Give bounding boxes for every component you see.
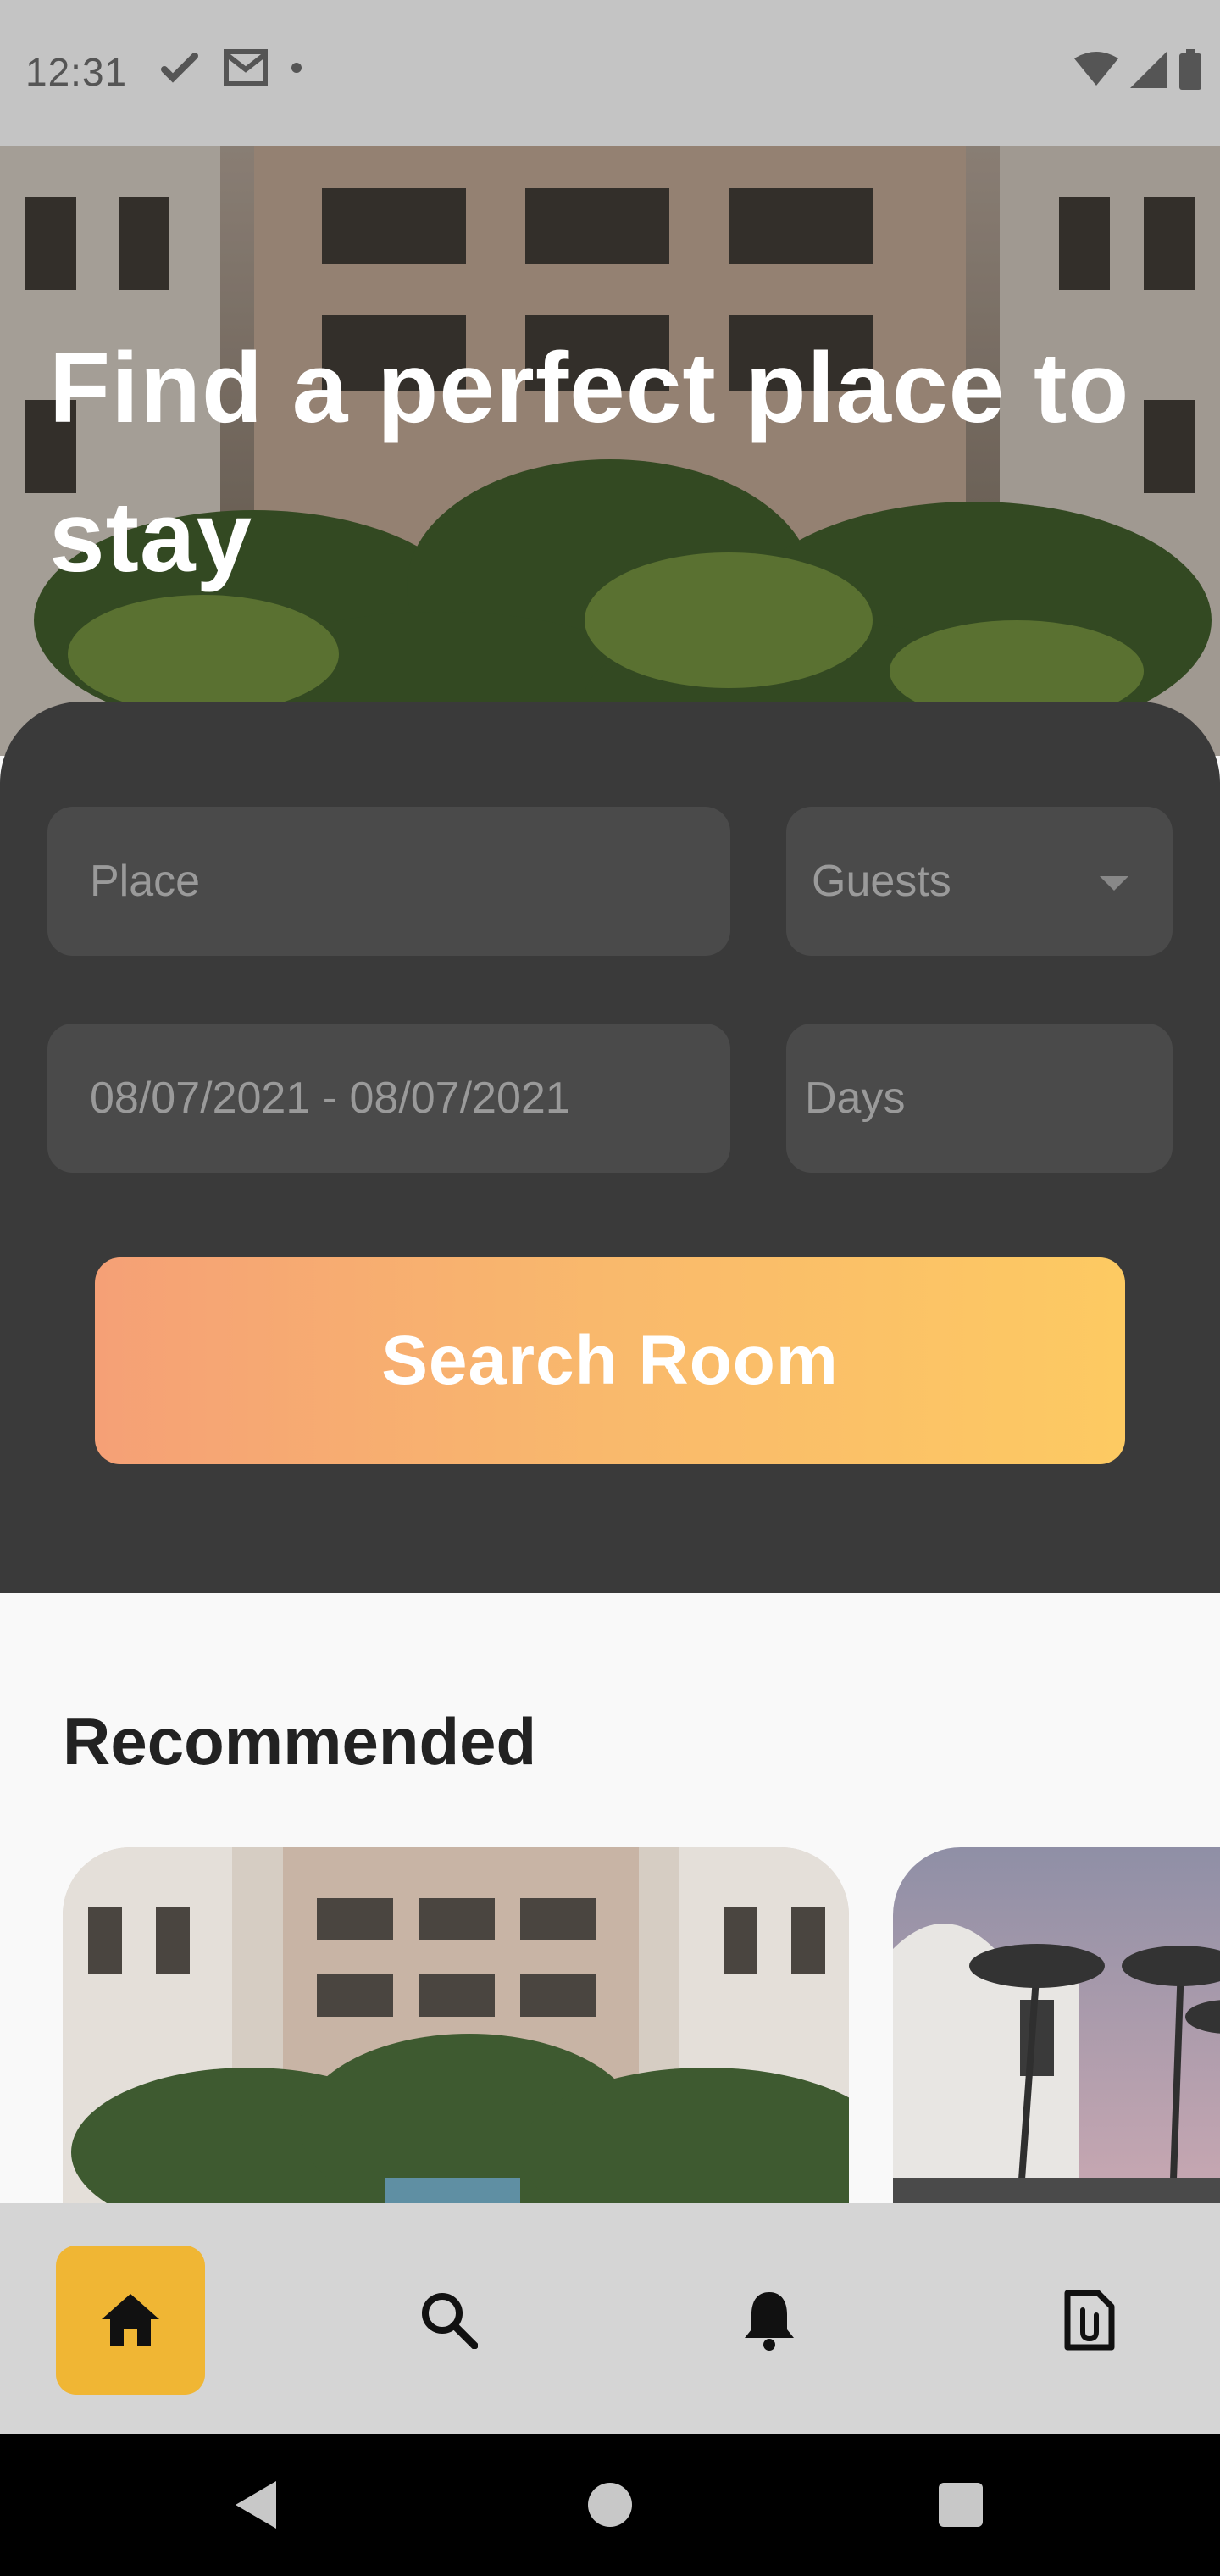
caret-down-icon	[1100, 876, 1128, 891]
search-icon	[422, 2293, 478, 2349]
status-time: 12:31	[25, 50, 128, 94]
back-icon[interactable]	[234, 2479, 278, 2530]
home-icon	[102, 2294, 159, 2346]
resort-palms-image	[893, 1847, 1220, 2203]
nav-notifications-button[interactable]	[695, 2246, 844, 2395]
status-notifications	[161, 49, 303, 86]
guests-placeholder: Guests	[812, 857, 951, 906]
guests-dropdown[interactable]: Guests	[786, 807, 1173, 956]
wifi-icon	[1074, 52, 1118, 86]
document-clip-icon	[1064, 2290, 1115, 2351]
battery-icon	[1179, 49, 1201, 90]
hero-title: Find a perfect place to stay	[49, 332, 1130, 593]
status-bar: 12:31	[0, 0, 1220, 146]
missed-call-icon	[161, 53, 198, 83]
dot-icon	[291, 63, 302, 73]
hotel-courtyard-image	[63, 1847, 849, 2203]
days-placeholder: Days	[805, 1074, 906, 1123]
mail-icon	[224, 49, 268, 86]
search-room-button[interactable]: Search Room	[95, 1257, 1125, 1464]
recent-apps-icon[interactable]	[939, 2483, 983, 2527]
bell-icon	[745, 2292, 794, 2351]
status-system	[1074, 49, 1201, 90]
system-navigation-bar	[0, 2434, 1220, 2576]
place-placeholder: Place	[90, 857, 201, 906]
date-range-input[interactable]: 08/07/2021 - 08/07/2021	[47, 1024, 730, 1173]
search-panel: Place Guests 08/07/2021 - 08/07/2021 Day…	[0, 702, 1220, 1593]
date-range-value: 08/07/2021 - 08/07/2021	[90, 1074, 570, 1123]
recommended-title: Recommended	[63, 1704, 537, 1779]
bottom-navigation	[0, 2203, 1220, 2434]
nav-home-button[interactable]	[56, 2246, 205, 2395]
place-input[interactable]: Place	[47, 807, 730, 956]
recommended-card[interactable]	[63, 1847, 849, 2203]
hero-banner: Find a perfect place to stay	[0, 146, 1220, 756]
signal-icon	[1130, 51, 1167, 88]
home-circle-icon[interactable]	[588, 2483, 632, 2527]
nav-search-button[interactable]	[374, 2246, 524, 2395]
days-input[interactable]: Days	[786, 1024, 1173, 1173]
recommended-card[interactable]	[893, 1847, 1220, 2203]
nav-documents-button[interactable]	[1015, 2246, 1164, 2395]
